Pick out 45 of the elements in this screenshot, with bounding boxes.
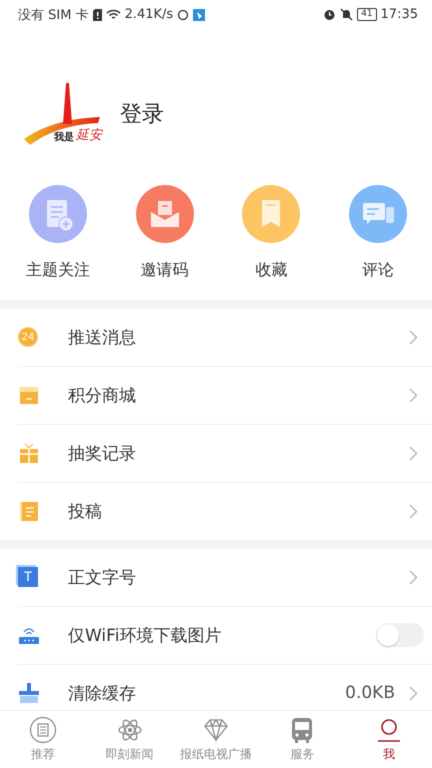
- sim-alert-icon: [92, 8, 102, 21]
- broom-icon: [18, 682, 40, 704]
- row-label: 清除缓存: [68, 682, 137, 705]
- settings-row[interactable]: 投稿: [18, 482, 432, 540]
- row-label: 投稿: [68, 500, 103, 523]
- row-label: 积分商城: [68, 384, 137, 407]
- settings-row[interactable]: 积分商城: [18, 366, 432, 425]
- shortcut-button[interactable]: 评论: [336, 184, 420, 288]
- row-label: 仅WiFi环境下载图片: [68, 624, 222, 647]
- settings-row[interactable]: T 正文字号: [18, 548, 432, 607]
- nav-tab[interactable]: 我: [346, 710, 432, 768]
- login-link[interactable]: 登录: [120, 98, 164, 129]
- settings-row[interactable]: 清除缓存 0.0KB: [18, 664, 432, 710]
- app-notification-icon: [193, 8, 206, 21]
- app-logo: 我是延安: [22, 78, 102, 149]
- battery-level: 41: [357, 8, 377, 22]
- shortcut-button[interactable]: 收藏: [229, 184, 314, 288]
- chevron-right-icon: [409, 686, 418, 701]
- shortcut-button[interactable]: 主题关注: [16, 184, 100, 288]
- carrier-text: 没有 SIM 卡: [18, 6, 89, 24]
- newspaper-icon: [29, 716, 58, 744]
- row-label: 推送消息: [68, 326, 137, 349]
- cache-size: 0.0KB: [345, 683, 395, 704]
- chevron-right-icon: [409, 388, 418, 403]
- bell-muted-icon: [340, 8, 354, 22]
- settings-row[interactable]: 仅WiFi环境下载图片: [18, 606, 432, 665]
- clock-badge-icon: 24: [18, 327, 38, 348]
- row-label: 正文字号: [68, 566, 137, 589]
- chevron-right-icon: [409, 330, 418, 345]
- settings-row[interactable]: 抽奖记录: [18, 424, 432, 483]
- gift-icon: [18, 442, 40, 464]
- row-label: 抽奖记录: [68, 442, 137, 465]
- clock-time: 17:35: [380, 7, 418, 22]
- shortcut-button[interactable]: 邀请码: [122, 184, 207, 288]
- wifi-icon: [106, 8, 121, 21]
- chevron-right-icon: [409, 504, 418, 519]
- alarm-icon: [323, 8, 336, 22]
- toggle-switch[interactable]: [376, 623, 424, 648]
- notebook-icon: [18, 500, 40, 522]
- text-size-icon: T: [18, 567, 38, 588]
- settings-row[interactable]: 24 推送消息: [18, 308, 432, 367]
- network-speed: 2.41K/s: [124, 7, 174, 22]
- shop-icon: [18, 384, 40, 406]
- chevron-right-icon: [409, 446, 418, 461]
- chevron-right-icon: [409, 570, 418, 585]
